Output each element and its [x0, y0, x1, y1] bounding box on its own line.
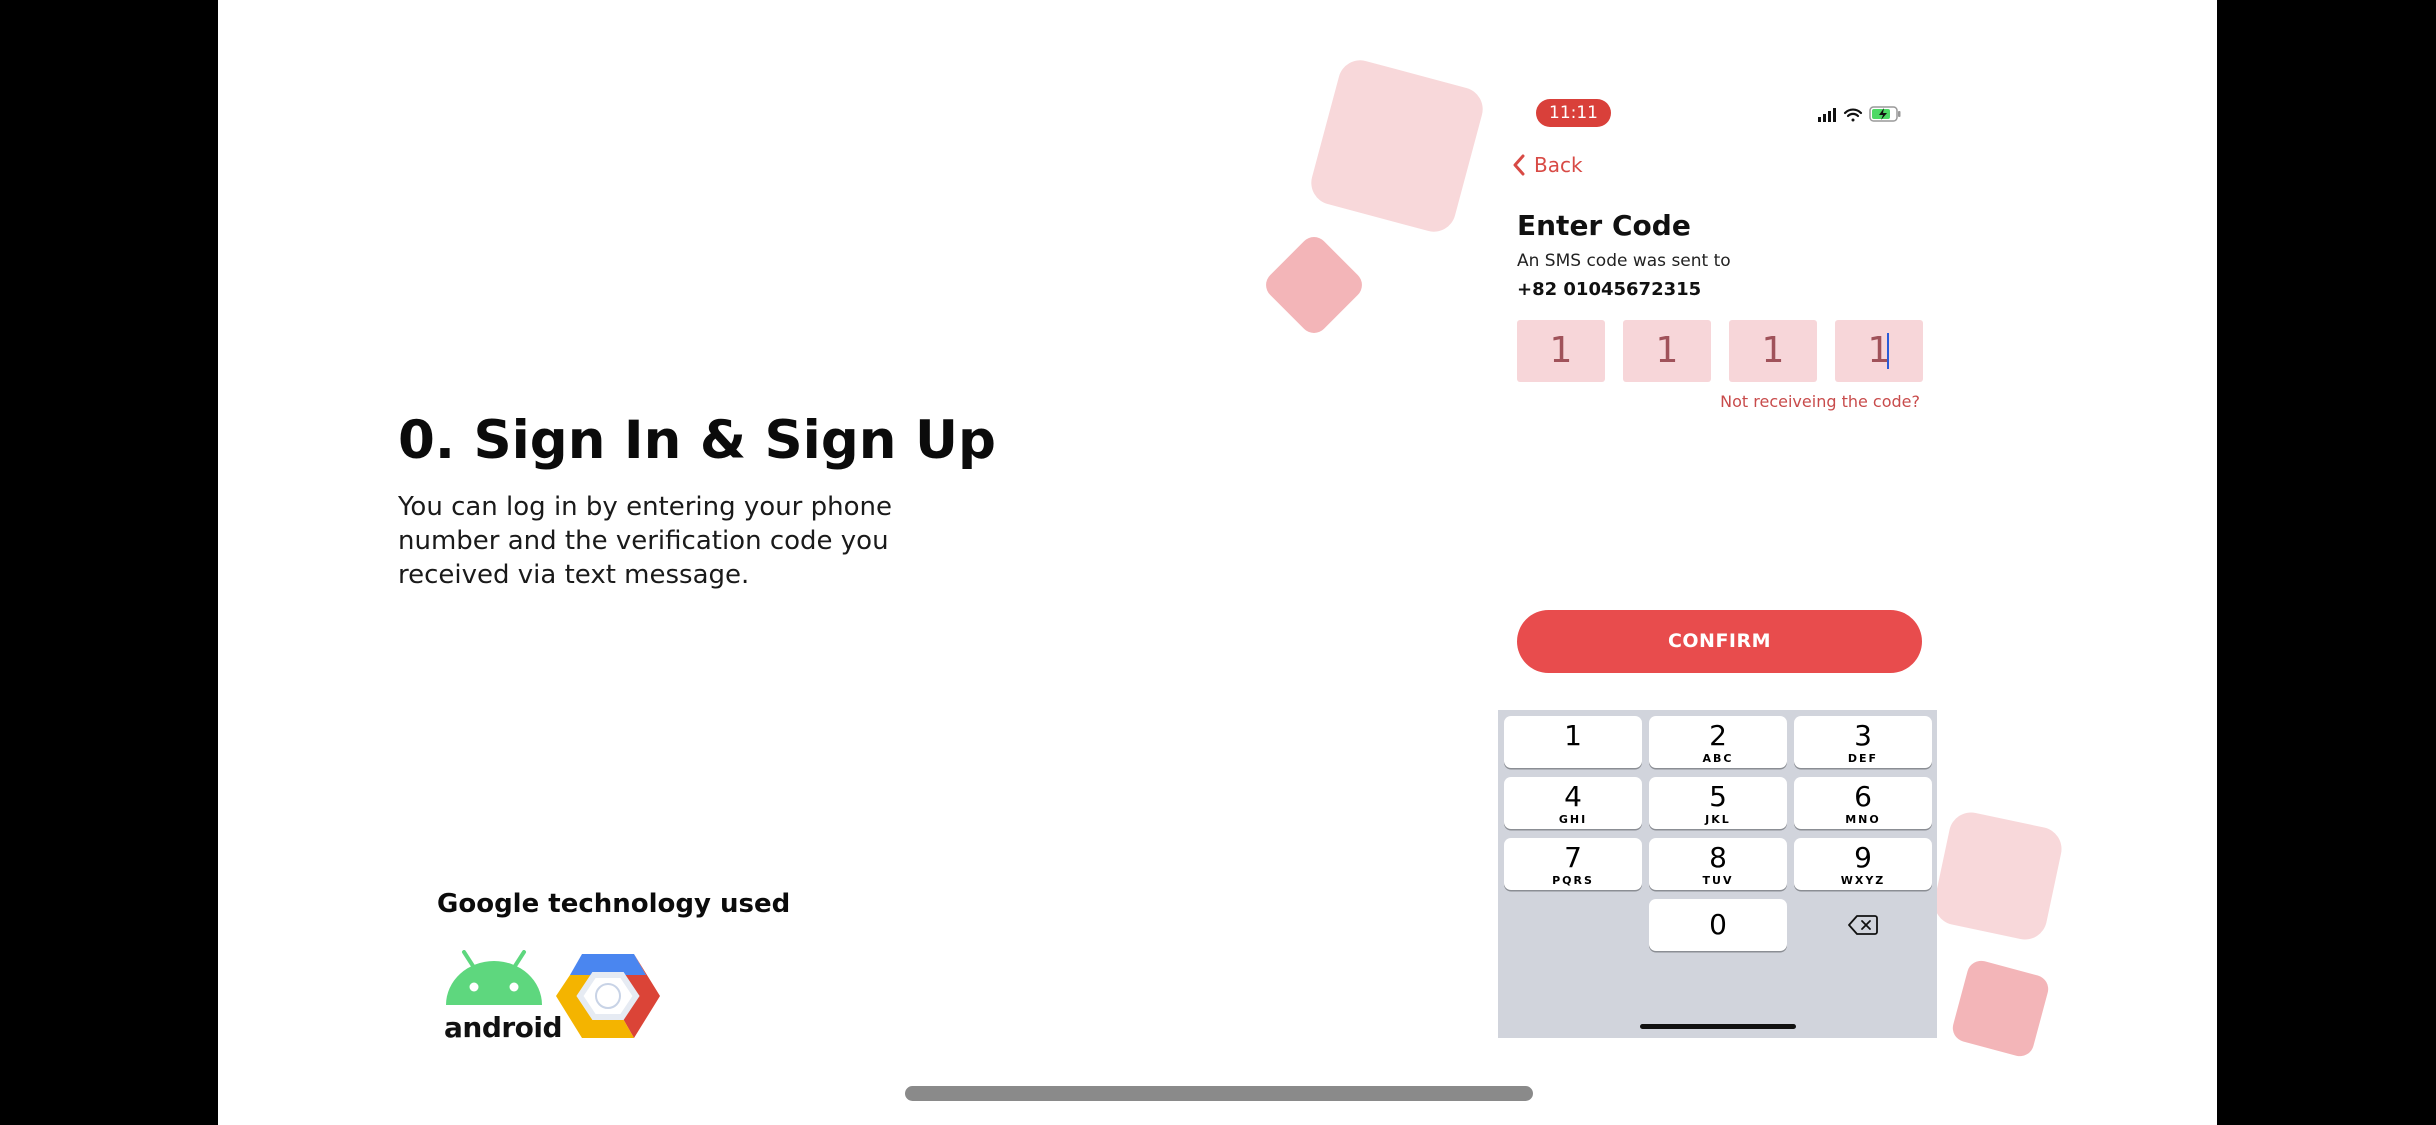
android-wordmark: android: [444, 1011, 563, 1044]
key-7-letters: PQRS: [1552, 874, 1594, 887]
code-digit-1[interactable]: 1: [1517, 320, 1605, 382]
key-0-number: 0: [1709, 908, 1727, 941]
key-4-number: 4: [1564, 780, 1582, 813]
phone-number: +82 01045672315: [1517, 279, 1702, 300]
decor-square-large: [1306, 55, 1488, 237]
numeric-keypad: 1 2 ABC 3 DEF 4 GHI 5 JKL 6 MNO 7 PQRS 8…: [1498, 710, 1937, 1038]
slide: 0. Sign In & Sign Up You can log in by e…: [218, 0, 2217, 1125]
key-1[interactable]: 1: [1504, 716, 1642, 768]
key-3-letters: DEF: [1847, 752, 1879, 765]
key-2-number: 2: [1709, 719, 1727, 752]
key-3[interactable]: 3 DEF: [1794, 716, 1932, 768]
status-time: 11:11: [1536, 99, 1611, 127]
key-5-number: 5: [1709, 780, 1727, 813]
signal-icon: [1818, 108, 1836, 122]
phone-screen: 11:11 Back Enter Code An SMS code was se…: [1498, 85, 1937, 1038]
chevron-left-icon: [1513, 154, 1525, 176]
google-cloud-logo-icon: [556, 954, 660, 1038]
key-6-number: 6: [1854, 780, 1872, 813]
battery-icon: [1869, 106, 1901, 122]
key-7-number: 7: [1564, 841, 1582, 874]
phone-home-indicator: [1640, 1024, 1796, 1029]
back-label: Back: [1534, 153, 1583, 177]
resend-code-link[interactable]: Not receiveing the code?: [1720, 392, 1920, 411]
text-cursor: [1887, 333, 1889, 369]
key-6[interactable]: 6 MNO: [1794, 777, 1932, 829]
key-9-letters: WXYZ: [1840, 874, 1886, 887]
slide-title: 0. Sign In & Sign Up: [398, 410, 996, 471]
decor-square-right-bottom: [1949, 957, 2052, 1060]
code-digit-3[interactable]: 1: [1729, 320, 1817, 382]
key-6-letters: MNO: [1845, 813, 1881, 826]
confirm-button[interactable]: CONFIRM: [1517, 610, 1922, 673]
key-8[interactable]: 8 TUV: [1649, 838, 1787, 890]
code-digit-4[interactable]: 1: [1835, 320, 1923, 382]
key-9-number: 9: [1854, 841, 1872, 874]
tech-heading: Google technology used: [437, 889, 791, 919]
key-7[interactable]: 7 PQRS: [1504, 838, 1642, 890]
code-input-row: 1 1 1 1: [1517, 320, 1923, 382]
key-3-number: 3: [1854, 719, 1872, 752]
back-button[interactable]: Back: [1512, 150, 1583, 180]
home-indicator-bar[interactable]: [905, 1086, 1533, 1101]
backspace-icon: [1848, 915, 1878, 935]
key-5-letters: JKL: [1705, 813, 1731, 826]
code-digit-2[interactable]: 1: [1623, 320, 1711, 382]
slide-description: You can log in by entering your phone nu…: [398, 492, 892, 590]
key-9[interactable]: 9 WXYZ: [1794, 838, 1932, 890]
key-8-number: 8: [1709, 841, 1727, 874]
key-8-letters: TUV: [1702, 874, 1734, 887]
enter-code-title: Enter Code: [1517, 209, 1691, 242]
key-2[interactable]: 2 ABC: [1649, 716, 1787, 768]
key-4[interactable]: 4 GHI: [1504, 777, 1642, 829]
status-icons: [1818, 106, 1901, 122]
key-2-letters: ABC: [1702, 752, 1734, 765]
decor-square-right-top: [1930, 808, 2066, 944]
wifi-icon: [1843, 108, 1863, 122]
key-0[interactable]: 0: [1649, 899, 1787, 951]
decor-square-diamond: [1260, 231, 1368, 339]
key-5[interactable]: 5 JKL: [1649, 777, 1787, 829]
key-4-letters: GHI: [1558, 813, 1588, 826]
sms-info-text: An SMS code was sent to: [1517, 251, 1731, 271]
delete-key[interactable]: [1794, 899, 1932, 951]
key-1-number: 1: [1564, 719, 1582, 752]
